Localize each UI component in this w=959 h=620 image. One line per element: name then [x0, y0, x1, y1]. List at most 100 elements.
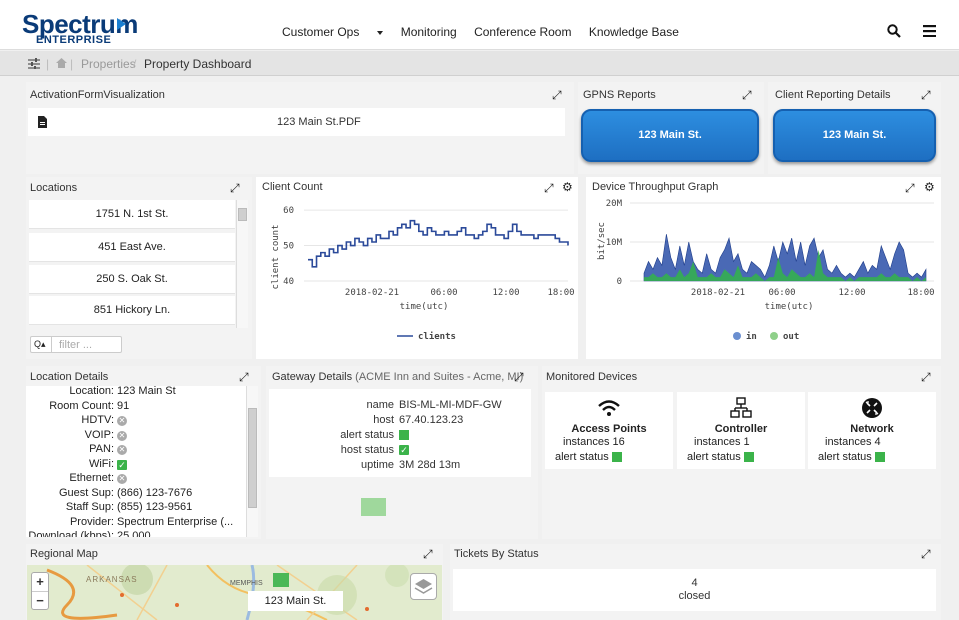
x-tick-label: 18:00 [907, 288, 934, 298]
search-icon[interactable] [887, 24, 901, 38]
home-icon[interactable] [56, 58, 67, 68]
activation-form-panel: ActivationFormVisualization ⤢ 123 Main S… [26, 82, 574, 174]
ticket-count: 4 [691, 577, 698, 589]
gateway-info-box: name host alert status host status uptim… [269, 389, 531, 477]
expand-icon[interactable]: ⤢ [230, 181, 240, 196]
regional-map[interactable]: ARKANSAS MEMPHIS + − 123 Main St. [27, 565, 442, 620]
zoom-in-button[interactable]: + [32, 573, 48, 591]
x-axis-label: time(utc) [400, 302, 449, 312]
breadcrumb-separator: / [133, 57, 137, 71]
scrollbar-thumb[interactable] [248, 408, 257, 508]
chart-series-in-area [643, 234, 927, 282]
layers-icon [414, 579, 433, 594]
scrollbar-thumb[interactable] [238, 208, 247, 221]
sliders-icon[interactable] [28, 58, 40, 69]
x-tick-label: 2018-02-21 [691, 288, 745, 298]
device-card-controller[interactable]: Controller instances 1 alert status [677, 392, 805, 469]
map-marker-label[interactable]: 123 Main St. [248, 591, 343, 611]
activation-file-row[interactable]: 123 Main St.PDF [28, 108, 565, 136]
location-item[interactable]: 1751 N. 1st St. [29, 200, 235, 229]
nav-monitoring[interactable]: Monitoring [401, 25, 457, 39]
detail-row: WiFi: ✓ [26, 458, 246, 472]
legend-in[interactable]: in [746, 331, 757, 342]
expand-icon[interactable]: ⤢ [552, 88, 562, 103]
expand-icon[interactable]: ⤢ [921, 370, 931, 385]
expand-icon[interactable]: ⤢ [544, 181, 554, 196]
detail-value: 25,000 [117, 530, 151, 537]
expand-icon[interactable]: ⤢ [239, 370, 249, 385]
breadcrumb-properties[interactable]: Properties [81, 57, 136, 71]
breadcrumb-divider: | [70, 57, 74, 71]
device-name: Network [850, 423, 894, 435]
nav-conference-room[interactable]: Conference Room [474, 25, 571, 39]
location-item[interactable]: 851 Hickory Ln. [29, 296, 235, 325]
expand-icon[interactable]: ⤢ [905, 181, 915, 196]
wifi-icon [598, 400, 620, 416]
nav-knowledge-base[interactable]: Knowledge Base [589, 25, 679, 39]
y-tick-label: 60 [283, 206, 294, 216]
brand-logo-sub: ENTERPRISE [36, 34, 112, 46]
nav-customer-ops[interactable]: Customer Ops [282, 25, 384, 39]
expand-icon[interactable]: ⤢ [921, 88, 931, 103]
legend-clients[interactable]: clients [418, 331, 456, 342]
tickets-panel: Tickets By Status ⤢ 4 closed [450, 544, 941, 620]
client-reporting-button[interactable]: 123 Main St. [773, 109, 936, 162]
y-axis-label: client count [271, 224, 281, 289]
panel-title: GPNS Reports [583, 89, 656, 101]
ticket-status-closed[interactable]: 4 closed [453, 569, 936, 611]
breadcrumb: | | Properties / Property Dashboard [0, 51, 959, 76]
expand-icon[interactable]: ⤢ [742, 88, 752, 103]
map-layers-button[interactable] [410, 573, 437, 600]
zoom-out-button[interactable]: − [32, 591, 48, 609]
detail-label: Download (kbps): [28, 530, 114, 537]
panel-title: Client Count [262, 181, 323, 193]
throughput-panel: Device Throughput Graph ⤢ ⚙ 0 10M 20M 2018-… [586, 177, 941, 359]
detail-value: 123 Main St [117, 386, 176, 397]
detail-label: HDTV: [81, 414, 114, 426]
location-item[interactable]: 451 East Ave. [29, 233, 235, 262]
alert-status-indicator [743, 452, 754, 463]
device-card-access-points[interactable]: Access Points instances 16 alert status [545, 392, 673, 469]
locations-scrollbar[interactable] [236, 200, 248, 328]
panel-title: Regional Map [30, 548, 98, 560]
panel-title: Tickets By Status [454, 548, 539, 560]
gpns-report-button[interactable]: 123 Main St. [581, 109, 759, 162]
detail-row: Staff Sup: (855) 123-9561 [26, 501, 246, 515]
device-name: Access Points [571, 423, 647, 435]
location-item[interactable]: 250 S. Oak St. [29, 265, 235, 294]
detail-label: Guest Sup: [58, 486, 114, 499]
gear-icon[interactable]: ⚙ [562, 180, 573, 194]
y-tick-label: 50 [283, 242, 294, 252]
expand-icon[interactable]: ⤢ [921, 547, 931, 562]
hamburger-menu-icon[interactable] [923, 25, 936, 37]
detail-value: Spectrum Enterprise (... [117, 515, 234, 528]
x-tick-label: 18:00 [547, 288, 574, 298]
expand-icon[interactable]: ⤢ [514, 370, 524, 385]
gateway-uptime: 3M 28d 13m [399, 459, 461, 471]
search-sort-icon: Q▴ [34, 339, 46, 349]
x-axis-label: time(utc) [765, 302, 814, 312]
gear-icon[interactable]: ⚙ [924, 180, 935, 194]
breadcrumb-divider: | [46, 57, 50, 71]
detail-label: Provider: [69, 515, 114, 528]
expand-icon[interactable]: ⤢ [423, 547, 433, 562]
map-city-label: MEMPHIS [230, 580, 263, 587]
x-tick-label: 2018-02-21 [345, 288, 399, 298]
locations-filter-input[interactable]: Q▴ filter ... [30, 336, 122, 353]
detail-row: PAN: ✕ [26, 443, 246, 457]
detail-label: VOIP: [84, 428, 114, 441]
y-tick-label: 0 [617, 277, 622, 287]
device-card-network[interactable]: Network instances 4 alert status [808, 392, 936, 469]
activation-file-name[interactable]: 123 Main St.PDF [277, 116, 361, 128]
detail-label: Location: [69, 386, 114, 397]
legend-out[interactable]: out [783, 332, 799, 342]
panel-title: Client Reporting Details [775, 89, 891, 101]
alert-status-indicator [874, 452, 885, 463]
panel-title: Locations [30, 182, 78, 194]
detail-row: Ethernet: ✕ [26, 472, 246, 486]
top-navbar: Spectrum ENTERPRISE Customer Ops Monitor… [0, 0, 959, 50]
details-scrollbar[interactable] [246, 386, 258, 537]
chart-series-line [308, 219, 569, 268]
detail-row: HDTV: ✕ [26, 414, 246, 428]
alert-status-indicator [611, 452, 622, 463]
